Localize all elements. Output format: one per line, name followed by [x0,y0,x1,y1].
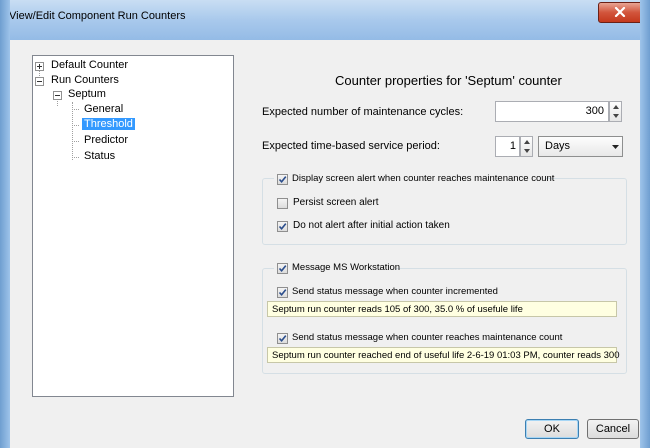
tree-line [72,125,79,126]
service-period-unit-select[interactable]: Days [538,136,623,157]
chevron-down-icon [612,145,619,149]
ok-button[interactable]: OK [525,419,579,439]
title-bar[interactable]: View/Edit Component Run Counters [0,0,650,40]
close-icon [614,7,626,17]
panel-title: Counter properties for 'Septum' counter [335,73,562,88]
tree-line [72,141,79,142]
tree-item-general[interactable]: General [84,103,123,115]
tree-line [72,102,73,160]
spin-down-icon [524,149,530,153]
window-frame-left [0,0,10,448]
spin-down-icon [613,114,619,118]
window-frame-right [640,0,650,448]
window-title: View/Edit Component Run Counters [9,10,186,22]
send-reached-label[interactable]: Send status message when counter reaches… [292,332,562,343]
reached-message-text: Septum run counter reached end of useful… [272,350,620,361]
screen-alert-checkbox[interactable] [277,174,288,185]
close-button[interactable] [598,2,643,23]
incremented-message-field[interactable]: Septum run counter reads 105 of 300, 35.… [267,301,617,317]
collapse-septum-icon[interactable] [53,91,62,100]
message-ms-checkbox[interactable] [277,263,288,274]
send-reached-checkbox[interactable] [277,333,288,344]
cancel-button[interactable]: Cancel [587,419,639,439]
persist-alert-checkbox[interactable] [277,198,288,209]
no-repeat-alert-label[interactable]: Do not alert after initial action taken [293,220,450,231]
maintenance-cycles-label: Expected number of maintenance cycles: [262,106,464,118]
spin-up-icon [613,105,619,109]
spin-up-icon [524,140,530,144]
checkmark-icon [278,335,287,343]
reached-message-field[interactable]: Septum run counter reached end of useful… [267,347,620,363]
tree-item-run-counters[interactable]: Run Counters [51,74,119,86]
tree-item-predictor[interactable]: Predictor [84,134,128,146]
screen-alert-label[interactable]: Display screen alert when counter reache… [292,173,554,184]
expand-default-counter-icon[interactable] [35,62,44,71]
tree-item-status[interactable]: Status [84,150,115,162]
checkmark-icon [278,289,287,297]
tree-line [72,109,79,110]
incremented-message-text: Septum run counter reads 105 of 300, 35.… [272,304,523,315]
checkmark-icon [278,265,287,273]
maintenance-cycles-input[interactable]: 300 [495,101,609,122]
checkmark-icon [278,223,287,231]
message-ms-label[interactable]: Message MS Workstation [292,262,400,273]
service-period-label: Expected time-based service period: [262,140,440,152]
tree-item-threshold[interactable]: Threshold [82,118,135,130]
service-period-spinner[interactable] [520,136,533,157]
screen-alert-group [262,178,627,245]
maintenance-cycles-value: 300 [585,105,604,117]
tree-item-default-counter[interactable]: Default Counter [51,59,128,71]
send-incremented-checkbox[interactable] [277,287,288,298]
counter-tree[interactable]: Default Counter Run Counters Septum Gene… [32,55,234,397]
service-period-input[interactable]: 1 [495,136,520,157]
collapse-run-counters-icon[interactable] [35,77,44,86]
tree-line [72,157,79,158]
service-period-unit-value: Days [545,140,571,152]
no-repeat-alert-checkbox[interactable] [277,221,288,232]
persist-alert-label[interactable]: Persist screen alert [293,197,379,208]
tree-item-septum[interactable]: Septum [68,88,106,100]
send-incremented-label[interactable]: Send status message when counter increme… [292,286,498,297]
maintenance-cycles-spinner[interactable] [609,101,622,122]
service-period-value: 1 [509,140,516,152]
checkmark-icon [278,176,287,184]
